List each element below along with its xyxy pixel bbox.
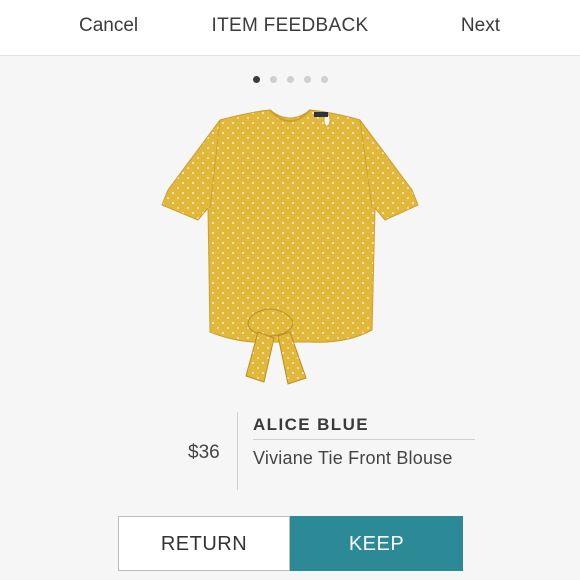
product-brand: ALICE BLUE xyxy=(253,415,369,434)
info-divider-horizontal xyxy=(253,439,475,440)
keep-button[interactable]: KEEP xyxy=(290,516,463,571)
carousel-dot-4[interactable] xyxy=(303,76,311,83)
info-divider-vertical xyxy=(237,412,238,490)
carousel-dot-3[interactable] xyxy=(286,76,294,83)
product-price: $36 xyxy=(188,442,220,463)
carousel-page-indicator xyxy=(0,76,580,83)
product-image xyxy=(161,109,419,385)
return-button[interactable]: RETURN xyxy=(118,516,290,571)
carousel-dot-2[interactable] xyxy=(269,76,277,83)
carousel-dot-5[interactable] xyxy=(320,76,328,83)
product-name: Viviane Tie Front Blouse xyxy=(253,448,453,468)
carousel-dot-1[interactable] xyxy=(252,76,260,83)
top-navigation-bar: Cancel ITEM FEEDBACK Next xyxy=(0,0,580,56)
decision-buttons: RETURN KEEP xyxy=(118,516,463,571)
next-button[interactable]: Next xyxy=(461,15,500,37)
product-info: $36 ALICE BLUE Viviane Tie Front Blouse xyxy=(0,410,580,495)
